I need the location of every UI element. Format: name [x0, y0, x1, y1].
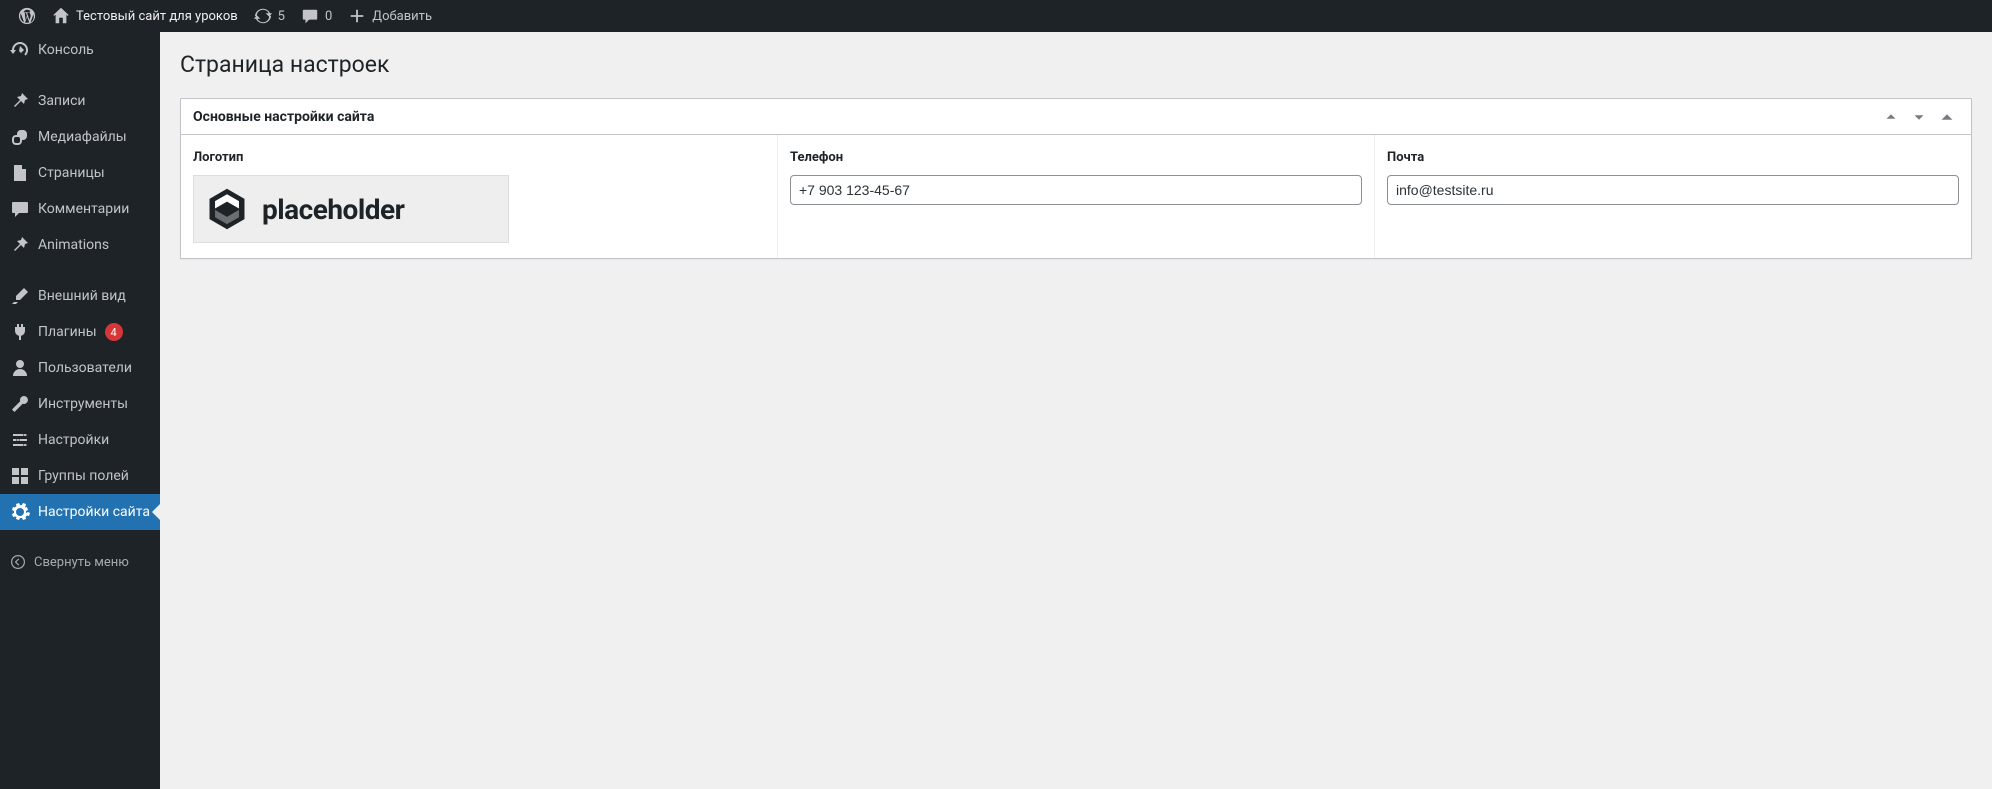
sidebar-item-label: Комментарии — [38, 201, 129, 217]
sidebar-item-comments[interactable]: Комментарии — [0, 191, 160, 227]
sidebar-collapse[interactable]: Свернуть меню — [0, 545, 160, 579]
sidebar-item-label: Animations — [38, 237, 109, 253]
pin-icon — [10, 91, 30, 111]
field-logo: Логотип placeholder — [181, 135, 777, 258]
chevron-up-icon — [1882, 108, 1900, 126]
updates-count: 5 — [278, 9, 285, 24]
logo-image[interactable]: placeholder — [193, 175, 509, 243]
sidebar-item-posts[interactable]: Записи — [0, 83, 160, 119]
panel-move-up[interactable] — [1879, 105, 1903, 129]
sidebar-item-field-groups[interactable]: Группы полей — [0, 458, 160, 494]
home-icon — [52, 7, 70, 25]
comment-icon — [301, 7, 319, 25]
wp-logo[interactable] — [10, 0, 44, 32]
comments-count: 0 — [325, 9, 332, 24]
sidebar-item-label: Записи — [38, 93, 86, 109]
panel-title: Основные настройки сайта — [193, 109, 374, 125]
site-name-link[interactable]: Тестовый сайт для уроков — [44, 0, 246, 32]
field-label: Логотип — [193, 150, 765, 165]
sidebar-item-label: Группы полей — [38, 468, 129, 484]
admin-toolbar: Тестовый сайт для уроков 5 0 Добавить — [0, 0, 1992, 32]
panel-body: Логотип placeholder Телефон Почта — [181, 135, 1971, 258]
sidebar-item-plugins[interactable]: Плагины 4 — [0, 314, 160, 350]
page-icon — [10, 163, 30, 183]
field-label: Телефон — [790, 150, 1362, 165]
media-icon — [10, 127, 30, 147]
field-label: Почта — [1387, 150, 1959, 165]
plugins-update-badge: 4 — [105, 323, 123, 341]
sidebar-item-label: Страницы — [38, 165, 105, 181]
sidebar-item-label: Плагины — [38, 324, 97, 340]
sliders-icon — [10, 430, 30, 450]
brush-icon — [10, 286, 30, 306]
new-content-link[interactable]: Добавить — [340, 0, 440, 32]
comments-link[interactable]: 0 — [293, 0, 340, 32]
site-name-text: Тестовый сайт для уроков — [76, 9, 238, 24]
field-phone: Телефон — [777, 135, 1374, 258]
wrench-icon — [10, 394, 30, 414]
sidebar-item-label: Внешний вид — [38, 288, 126, 304]
email-input[interactable] — [1387, 175, 1959, 205]
collapse-icon — [10, 554, 26, 570]
sidebar-item-tools[interactable]: Инструменты — [0, 386, 160, 422]
refresh-icon — [254, 7, 272, 25]
logo-placeholder-text: placeholder — [262, 193, 404, 226]
sidebar-item-settings[interactable]: Настройки — [0, 422, 160, 458]
main-content: Страница настроек Основные настройки сай… — [160, 32, 1992, 789]
field-email: Почта — [1374, 135, 1971, 258]
phone-input[interactable] — [790, 175, 1362, 205]
panel-toggle[interactable] — [1935, 105, 1959, 129]
sidebar-item-label: Настройки сайта — [38, 504, 150, 520]
sidebar-item-label: Инструменты — [38, 396, 128, 412]
collapse-label: Свернуть меню — [34, 555, 129, 570]
caret-up-icon — [1938, 108, 1956, 126]
add-new-text: Добавить — [372, 9, 432, 24]
pin-icon — [10, 235, 30, 255]
settings-panel: Основные настройки сайта Логотип placeho… — [180, 98, 1972, 259]
dashboard-icon — [10, 40, 30, 60]
sidebar-item-label: Пользователи — [38, 360, 132, 376]
grid-icon — [10, 466, 30, 486]
sidebar-item-users[interactable]: Пользователи — [0, 350, 160, 386]
page-title: Страница настроек — [180, 42, 1972, 98]
gear-icon — [10, 502, 30, 522]
sidebar-item-label: Медиафайлы — [38, 129, 127, 145]
user-icon — [10, 358, 30, 378]
sidebar-item-pages[interactable]: Страницы — [0, 155, 160, 191]
wordpress-icon — [18, 7, 36, 25]
panel-header: Основные настройки сайта — [181, 99, 1971, 135]
sidebar-item-media[interactable]: Медиафайлы — [0, 119, 160, 155]
chevron-down-icon — [1910, 108, 1928, 126]
hexagon-icon — [204, 186, 250, 232]
sidebar-item-label: Консоль — [38, 42, 94, 58]
admin-sidebar: Консоль Записи Медиафайлы Страницы Комме… — [0, 32, 160, 789]
sidebar-item-dashboard[interactable]: Консоль — [0, 32, 160, 68]
plug-icon — [10, 322, 30, 342]
plus-icon — [348, 7, 366, 25]
sidebar-item-site-settings[interactable]: Настройки сайта — [0, 494, 160, 530]
panel-move-down[interactable] — [1907, 105, 1931, 129]
updates-link[interactable]: 5 — [246, 0, 293, 32]
sidebar-item-animations[interactable]: Animations — [0, 227, 160, 263]
sidebar-item-appearance[interactable]: Внешний вид — [0, 278, 160, 314]
comment-icon — [10, 199, 30, 219]
sidebar-item-label: Настройки — [38, 432, 109, 448]
